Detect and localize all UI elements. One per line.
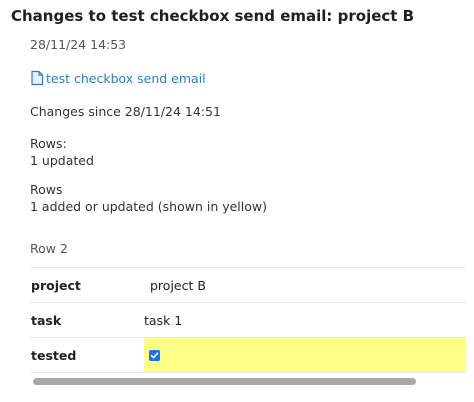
checkmark-icon [150,351,159,358]
field-value: project B [150,277,206,293]
table-row: tested [30,338,466,373]
record-heading: Row 2 [30,241,68,256]
changes-since-text: Changes since 28/11/24 14:51 [30,104,221,119]
rows-detail-heading: Rows [30,182,63,197]
field-value-highlighted [144,338,466,372]
page-title: Changes to test checkbox send email: pro… [11,7,415,25]
rows-detail: Rows 1 added or updated (shown in yellow… [30,182,267,215]
document-icon [31,70,44,86]
table-row: project project B [30,268,466,303]
rows-summary-heading: Rows: [30,136,67,151]
field-label: task [31,312,62,328]
document-link[interactable]: test checkbox send email [30,70,206,86]
table-row: task task 1 [30,303,466,338]
rows-summary: Rows: 1 updated [30,136,94,169]
document-link-label: test checkbox send email [46,70,206,86]
timestamp: 28/11/24 14:53 [30,37,127,52]
rows-detail-text: 1 added or updated (shown in yellow) [30,199,267,214]
field-label: project [31,277,81,293]
tested-checkbox[interactable] [149,349,160,361]
field-value: task 1 [144,312,183,328]
record-table: project project B task task 1 tested [30,267,466,373]
horizontal-scrollbar[interactable] [33,378,416,385]
field-label: tested [31,347,77,363]
rows-summary-detail: 1 updated [30,153,94,168]
